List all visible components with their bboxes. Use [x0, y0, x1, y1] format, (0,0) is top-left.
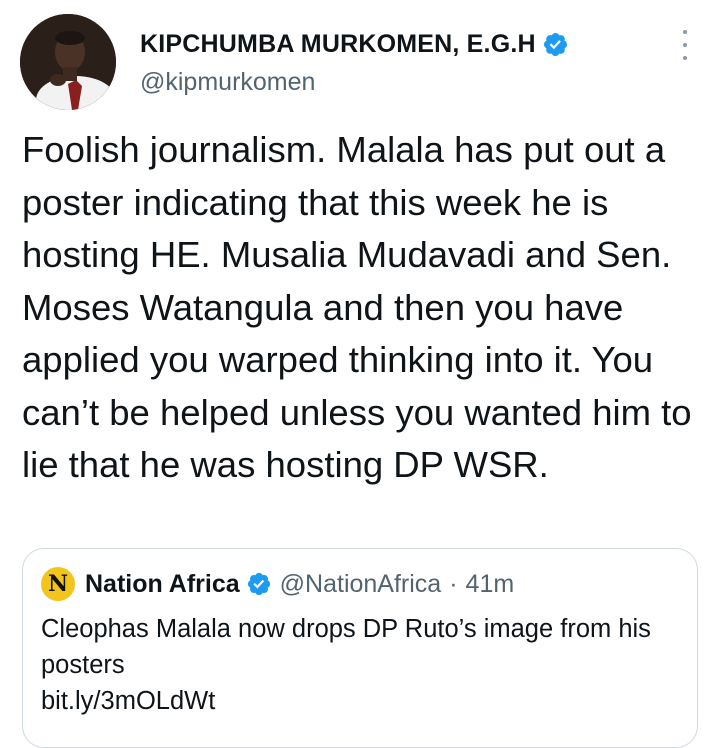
quoted-handle[interactable]: @NationAfrica: [280, 570, 442, 599]
nation-africa-logo[interactable]: N: [41, 567, 75, 601]
quoted-display-name[interactable]: Nation Africa: [85, 570, 240, 599]
tweet-text: Foolish journalism. Malala has put out a…: [22, 129, 692, 485]
quoted-tweet[interactable]: N Nation Africa @NationAfrica · 41m Cleo…: [22, 548, 698, 748]
verified-badge-icon: [542, 31, 569, 58]
quoted-tweet-link[interactable]: bit.ly/3mOLdWt: [41, 683, 681, 719]
author-info: KIPCHUMBA MURKOMEN, E.G.H @kipmurkomen: [140, 28, 569, 97]
author-avatar[interactable]: [20, 14, 116, 110]
separator-dot: ·: [449, 569, 458, 598]
quoted-tweet-text: Cleophas Malala now drops DP Ruto’s imag…: [41, 615, 651, 679]
display-name[interactable]: KIPCHUMBA MURKOMEN, E.G.H: [140, 30, 536, 59]
author-handle[interactable]: @kipmurkomen: [140, 68, 569, 97]
more-dot: [683, 43, 687, 47]
more-dot: [683, 30, 687, 34]
more-dot: [683, 56, 687, 60]
quoted-tweet-header: N Nation Africa @NationAfrica · 41m: [41, 567, 514, 601]
logo-letter: N: [47, 571, 69, 597]
verified-badge-icon: [246, 571, 272, 597]
profile-photo: [20, 14, 116, 110]
more-options-icon[interactable]: [676, 30, 694, 60]
quoted-timestamp[interactable]: 41m: [466, 570, 515, 599]
display-name-row: KIPCHUMBA MURKOMEN, E.G.H: [140, 28, 569, 60]
quoted-tweet-body: Cleophas Malala now drops DP Ruto’s imag…: [41, 611, 681, 719]
